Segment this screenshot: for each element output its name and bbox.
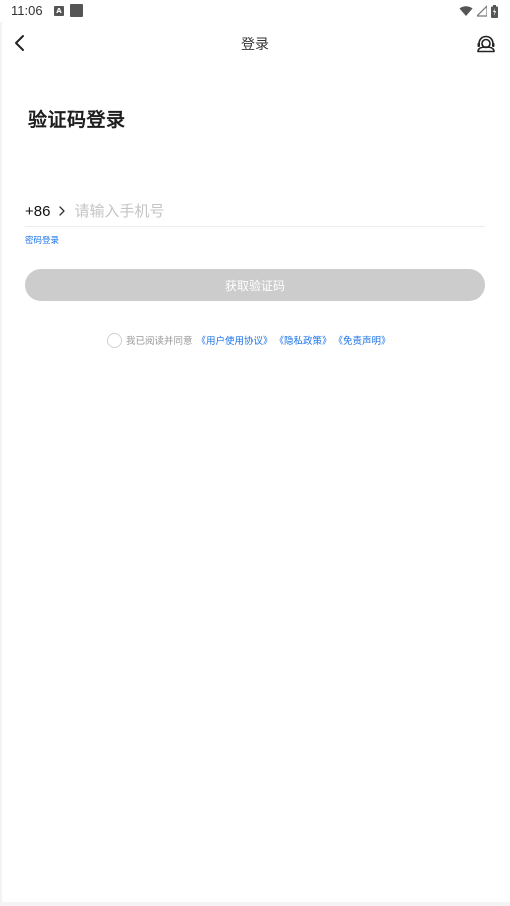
agreement-row: 我已阅读并同意 《用户使用协议》 《隐私政策》 《免责声明》 [107, 331, 393, 349]
country-code-chevron[interactable] [58, 206, 66, 216]
login-screen: 11:06 A 登录 验证码登录 +86 请输入手机号 密码登录 获取验证码 我… [0, 0, 510, 906]
square-notification-icon [70, 4, 83, 17]
get-code-button[interactable]: 获取验证码 [25, 269, 485, 301]
headset-icon [477, 35, 495, 53]
status-bar: 11:06 A [0, 0, 510, 22]
page-title: 登录 [241, 37, 269, 53]
left-edge-strip [0, 22, 2, 906]
a-notification-icon: A [54, 6, 64, 16]
password-login-link[interactable]: 密码登录 [25, 234, 59, 246]
customer-service-button[interactable] [474, 32, 498, 56]
chevron-right-icon [59, 206, 66, 216]
status-icons [459, 4, 498, 18]
battery-icon [491, 4, 498, 18]
login-heading: 验证码登录 [28, 109, 126, 131]
phone-number-input[interactable] [74, 198, 485, 224]
signal-icon [477, 5, 487, 17]
country-code-selector[interactable]: +86 [25, 203, 50, 220]
phone-row: +86 [25, 196, 485, 227]
disclaimer-link[interactable]: 《免责声明》 [334, 333, 391, 347]
header: 登录 [0, 22, 510, 66]
privacy-policy-link[interactable]: 《隐私政策》 [275, 333, 332, 347]
bottom-edge [0, 902, 510, 906]
agreement-prefix: 我已阅读并同意 [126, 336, 193, 347]
agreement-checkbox[interactable] [107, 332, 122, 348]
status-time: 11:06 [11, 3, 43, 18]
wifi-icon [459, 6, 473, 16]
user-agreement-link[interactable]: 《用户使用协议》 [197, 333, 273, 347]
